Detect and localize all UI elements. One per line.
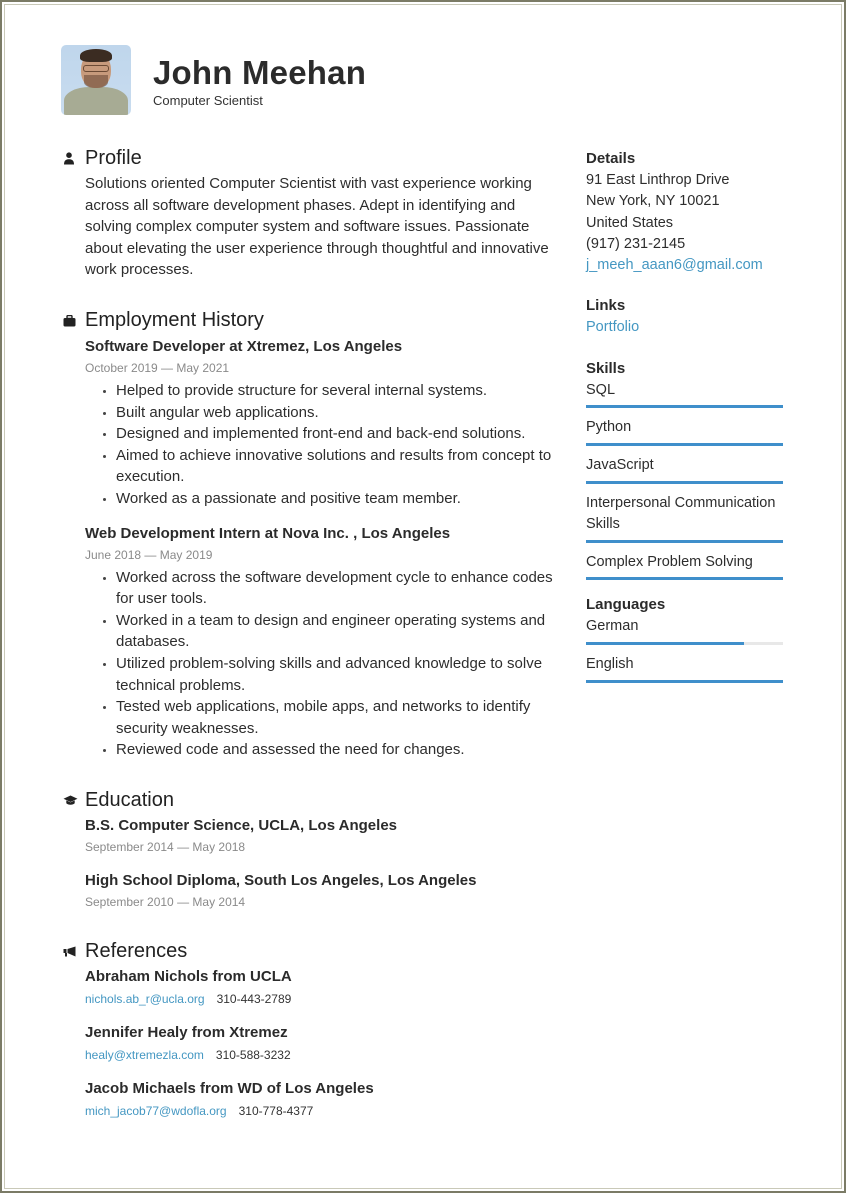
bullet-item: Helped to provide structure for several … [102,380,561,402]
address-country: United States [586,214,674,231]
skill-item: Interpersonal Communication Skills [586,493,783,543]
bullet-item: Utilized problem-solving skills and adva… [102,653,561,696]
skill-level-fill [586,480,783,484]
details-section: Details 91 East Linthrop Drive New York,… [586,148,783,276]
reference-entry: Jennifer Healy from Xtremez healy@xtreme… [85,1022,561,1064]
skill-level-bar [586,480,783,484]
address-line-1: 91 East Linthrop Drive [586,172,730,188]
reference-email-link[interactable]: nichols.ab_r@ucla.org [85,992,205,1006]
education-entry: B.S. Computer Science, UCLA, Los Angeles… [85,815,561,856]
job-entry: Software Developer at Xtremez, Los Angel… [85,336,561,510]
language-level-fill [586,641,744,645]
skill-name: Complex Problem Solving [586,553,753,570]
phone-number: (917) 231-2145 [586,235,686,252]
reference-email-link[interactable]: mich_jacob77@wdofla.org [85,1104,227,1118]
bullet-item: Built angular web applications. [102,402,561,424]
links-heading: Links [586,297,626,315]
reference-name: Jacob Michaels from WD of Los Angeles [85,1079,374,1097]
reference-phone: 310-588-3232 [215,1047,291,1062]
skill-level-fill [586,539,783,543]
bullet-item: Worked in a team to design and engineer … [102,610,561,653]
job-position: Web Development Intern at Nova Inc. , Lo… [85,524,451,542]
graduation-cap-icon [61,791,85,811]
education-entry: High School Diploma, South Los Angeles, … [85,870,561,911]
bullet-item: Aimed to achieve innovative solutions an… [102,445,561,488]
language-name: English [586,655,634,672]
language-item: English [586,654,783,683]
portfolio-link[interactable]: Portfolio [586,319,639,335]
bullet-item: Worked across the software development c… [102,567,561,610]
megaphone-icon [61,942,85,962]
bullet-item: Worked as a passionate and positive team… [102,488,561,510]
skill-item: SQL [586,380,783,409]
skill-name: SQL [586,381,616,398]
job-position: Software Developer at Xtremez, Los Angel… [85,337,403,355]
languages-section: Languages German English [586,594,783,683]
skill-level-bar [586,442,783,446]
skill-level-bar [586,405,783,409]
profile-heading: Profile [85,146,142,169]
skill-item: Python [586,417,783,446]
person-name: John Meehan [153,54,367,91]
links-section: Links Portfolio [586,295,783,338]
bullet-item: Reviewed code and assessed the need for … [102,739,561,761]
resume-header: John Meehan Computer Scientist [61,45,366,115]
education-heading: Education [85,789,174,812]
person-icon [61,148,85,168]
reference-email-link[interactable]: healy@xtremezla.com [85,1048,204,1062]
skill-level-fill [586,442,783,446]
skill-item: Complex Problem Solving [586,552,783,581]
skills-heading: Skills [586,359,626,377]
email-link[interactable]: j_meeh_aaan6@gmail.com [586,257,763,273]
job-bullets: Helped to provide structure for several … [102,380,561,510]
language-level-fill [586,679,783,683]
skill-name: Interpersonal Communication Skills [586,494,776,533]
skill-level-fill [586,405,783,409]
skill-level-bar [586,539,783,543]
skill-item: JavaScript [586,455,783,484]
education-degree: High School Diploma, South Los Angeles, … [85,871,477,889]
job-dates: October 2019 — May 2021 [85,360,230,375]
address-line-2: New York, NY 10021 [586,193,720,210]
job-dates: June 2018 — May 2019 [85,547,213,562]
skill-name: Python [586,419,632,436]
skill-name: JavaScript [586,456,654,473]
main-column: Profile Solutions oriented Computer Scie… [61,145,561,1120]
job-title: Computer Scientist [153,93,263,108]
education-dates: September 2010 — May 2014 [85,894,246,909]
employment-section: Employment History Software Developer at… [61,308,561,761]
skill-level-bar [586,577,783,581]
education-section: Education B.S. Computer Science, UCLA, L… [61,788,561,911]
references-section: References Abraham Nichols from UCLA nic… [61,939,561,1120]
skills-section: Skills SQL Python JavaScript Interpersonal … [586,358,783,581]
job-entry: Web Development Intern at Nova Inc. , Lo… [85,523,561,761]
education-dates: September 2014 — May 2018 [85,839,246,854]
details-heading: Details [586,150,636,167]
skill-level-fill [586,577,783,581]
references-heading: References [85,940,188,963]
language-name: German [586,618,639,635]
language-level-bar [586,679,783,683]
avatar [61,45,131,115]
language-level-bar [586,641,783,645]
employment-heading: Employment History [85,309,264,332]
profile-summary: Solutions oriented Computer Scientist wi… [85,175,549,279]
reference-entry: Jacob Michaels from WD of Los Angeles mi… [85,1078,561,1120]
language-item: German [586,616,783,645]
education-degree: B.S. Computer Science, UCLA, Los Angeles [85,816,398,834]
reference-phone: 310-443-2789 [216,991,292,1006]
profile-section: Profile Solutions oriented Computer Scie… [61,145,561,281]
reference-phone: 310-778-4377 [238,1103,314,1118]
reference-entry: Abraham Nichols from UCLA nichols.ab_r@u… [85,966,561,1008]
languages-heading: Languages [586,596,666,614]
bullet-item: Designed and implemented front-end and b… [102,423,561,445]
briefcase-icon [61,311,85,331]
reference-name: Jennifer Healy from Xtremez [85,1023,288,1041]
job-bullets: Worked across the software development c… [102,567,561,761]
sidebar-column: Details 91 East Linthrop Drive New York,… [586,148,783,703]
reference-name: Abraham Nichols from UCLA [85,967,292,985]
bullet-item: Tested web applications, mobile apps, an… [102,696,561,739]
